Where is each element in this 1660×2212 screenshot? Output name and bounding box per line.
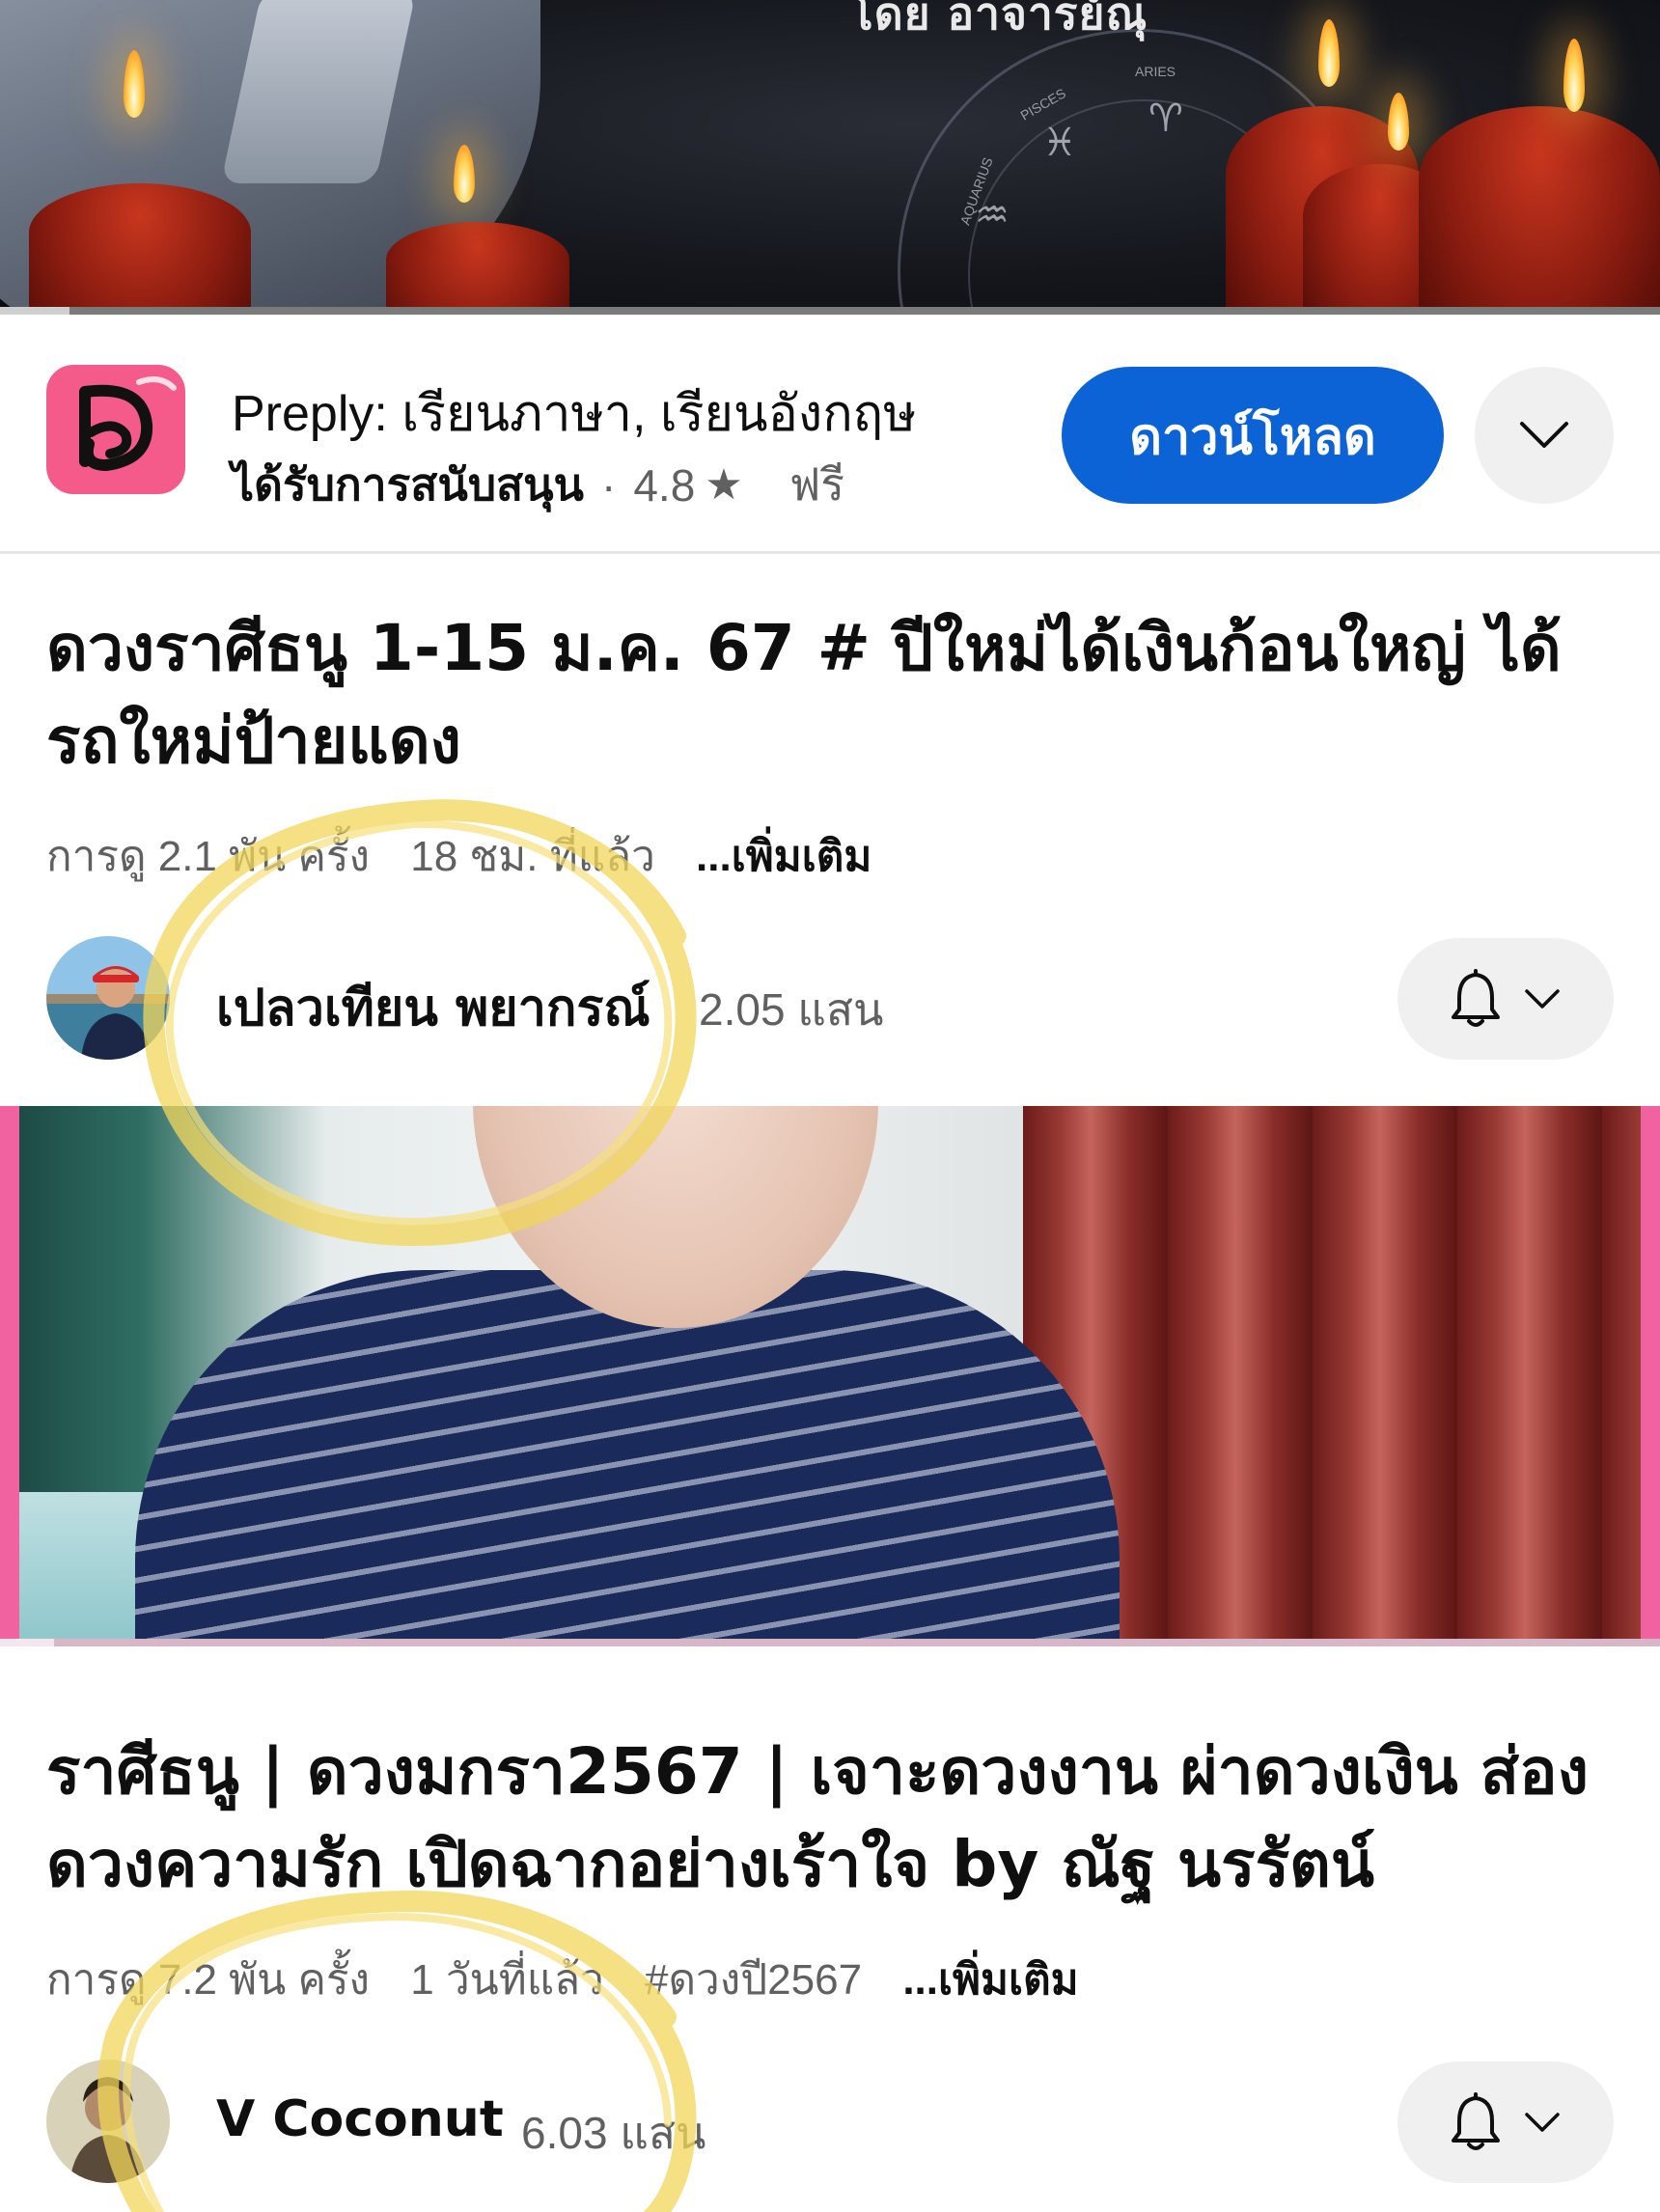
download-button[interactable]: ดาวน์โหลด	[1062, 367, 1444, 504]
pisces-glyph: ♓	[1042, 121, 1077, 165]
subscriber-count: 6.03 แสน	[521, 2108, 706, 2158]
chevron-down-icon	[1525, 989, 1560, 1009]
candle-flame	[1318, 19, 1340, 87]
chevron-down-icon	[1525, 2113, 1560, 2132]
upload-age: 1 วันที่แล้ว	[410, 1956, 604, 2004]
notification-button[interactable]	[1397, 938, 1614, 1060]
channel-name[interactable]: V Coconut	[216, 2090, 504, 2148]
presenter-shirt	[135, 1270, 1120, 1643]
candle	[29, 183, 251, 311]
candle-flame	[1563, 39, 1585, 112]
zodiac-label-aries: ARIES	[1135, 64, 1176, 79]
video-progress-fill	[0, 1639, 54, 1646]
avatar[interactable]	[46, 936, 170, 1060]
star-icon: ★	[705, 461, 743, 509]
ad-title[interactable]: Preply: เรียนภาษา, เรียนอังกฤษ	[232, 373, 916, 453]
view-count: การดู 7.2 พัน ครั้ง	[46, 1956, 371, 2004]
view-count: การดู 2.1 พัน ครั้ง	[46, 833, 371, 880]
notification-button[interactable]	[1397, 2061, 1614, 2183]
ad-expand-button[interactable]	[1475, 367, 1614, 504]
candle	[386, 222, 569, 311]
bell-icon	[1452, 969, 1500, 1027]
video-thumbnail-second[interactable]	[0, 1106, 1660, 1643]
video-thumbnail-top[interactable]: ♈ ♓ ♒ ARIES PISCES AQUARIUS โดย อาจารย์ณ…	[0, 0, 1660, 311]
avatar[interactable]	[46, 2060, 170, 2183]
upload-age: 18 ชม. ที่แล้ว	[410, 833, 655, 880]
more-link[interactable]: ...เพิ่มเติม	[696, 833, 872, 880]
video-meta[interactable]: การดู 2.1 พัน ครั้ง 18 ชม. ที่แล้ว ...เพ…	[46, 822, 900, 890]
more-link[interactable]: ...เพิ่มเติม	[902, 1956, 1078, 2004]
subscriber-count: 2.05 แสน	[699, 984, 884, 1035]
separator-dot: ·	[601, 459, 617, 511]
bell-icon	[1452, 2092, 1500, 2150]
chevron-down-icon	[1520, 422, 1568, 448]
video-title[interactable]: ราศีธนู | ดวงมกรา2567 | เจาะดวงงาน ผ่าดว…	[46, 1726, 1610, 1911]
channel-row[interactable]: V Coconut 6.03 แสน	[46, 2060, 1614, 2185]
ad-meta: ได้รับการสนับสนุน · 4.8 ★ ฟรี	[232, 450, 844, 520]
sponsored-label: ได้รับการสนับสนุน	[232, 459, 584, 510]
video-progress-bar	[0, 1639, 1660, 1646]
video-progress-bar	[0, 307, 1660, 315]
video-progress-fill	[0, 307, 69, 315]
thumbnail-caption: โดย อาจารย์ณุ	[849, 0, 1148, 40]
channel-name[interactable]: เปลวเทียน พยากรณ์	[216, 967, 650, 1047]
ad-price: ฟรี	[788, 459, 845, 510]
ad-rating: 4.8	[633, 459, 696, 511]
video-title[interactable]: ดวงราศีธนู 1-15 ม.ค. 67 # ปีใหม่ได้เงินก…	[46, 602, 1610, 788]
aries-glyph: ♈	[1148, 97, 1183, 141]
preply-app-icon[interactable]	[46, 365, 185, 494]
channel-row[interactable]: เปลวเทียน พยากรณ์ 2.05 แสน	[46, 936, 1614, 1062]
candle-flame	[1388, 93, 1409, 151]
hashtag-link[interactable]: #ดวงปี2567	[645, 1956, 862, 2004]
sponsored-ad[interactable]: Preply: เรียนภาษา, เรียนอังกฤษ ได้รับการ…	[0, 315, 1660, 554]
video-meta[interactable]: การดู 7.2 พัน ครั้ง 1 วันที่แล้ว #ดวงปี2…	[46, 1946, 1108, 2013]
candle	[1419, 106, 1660, 311]
